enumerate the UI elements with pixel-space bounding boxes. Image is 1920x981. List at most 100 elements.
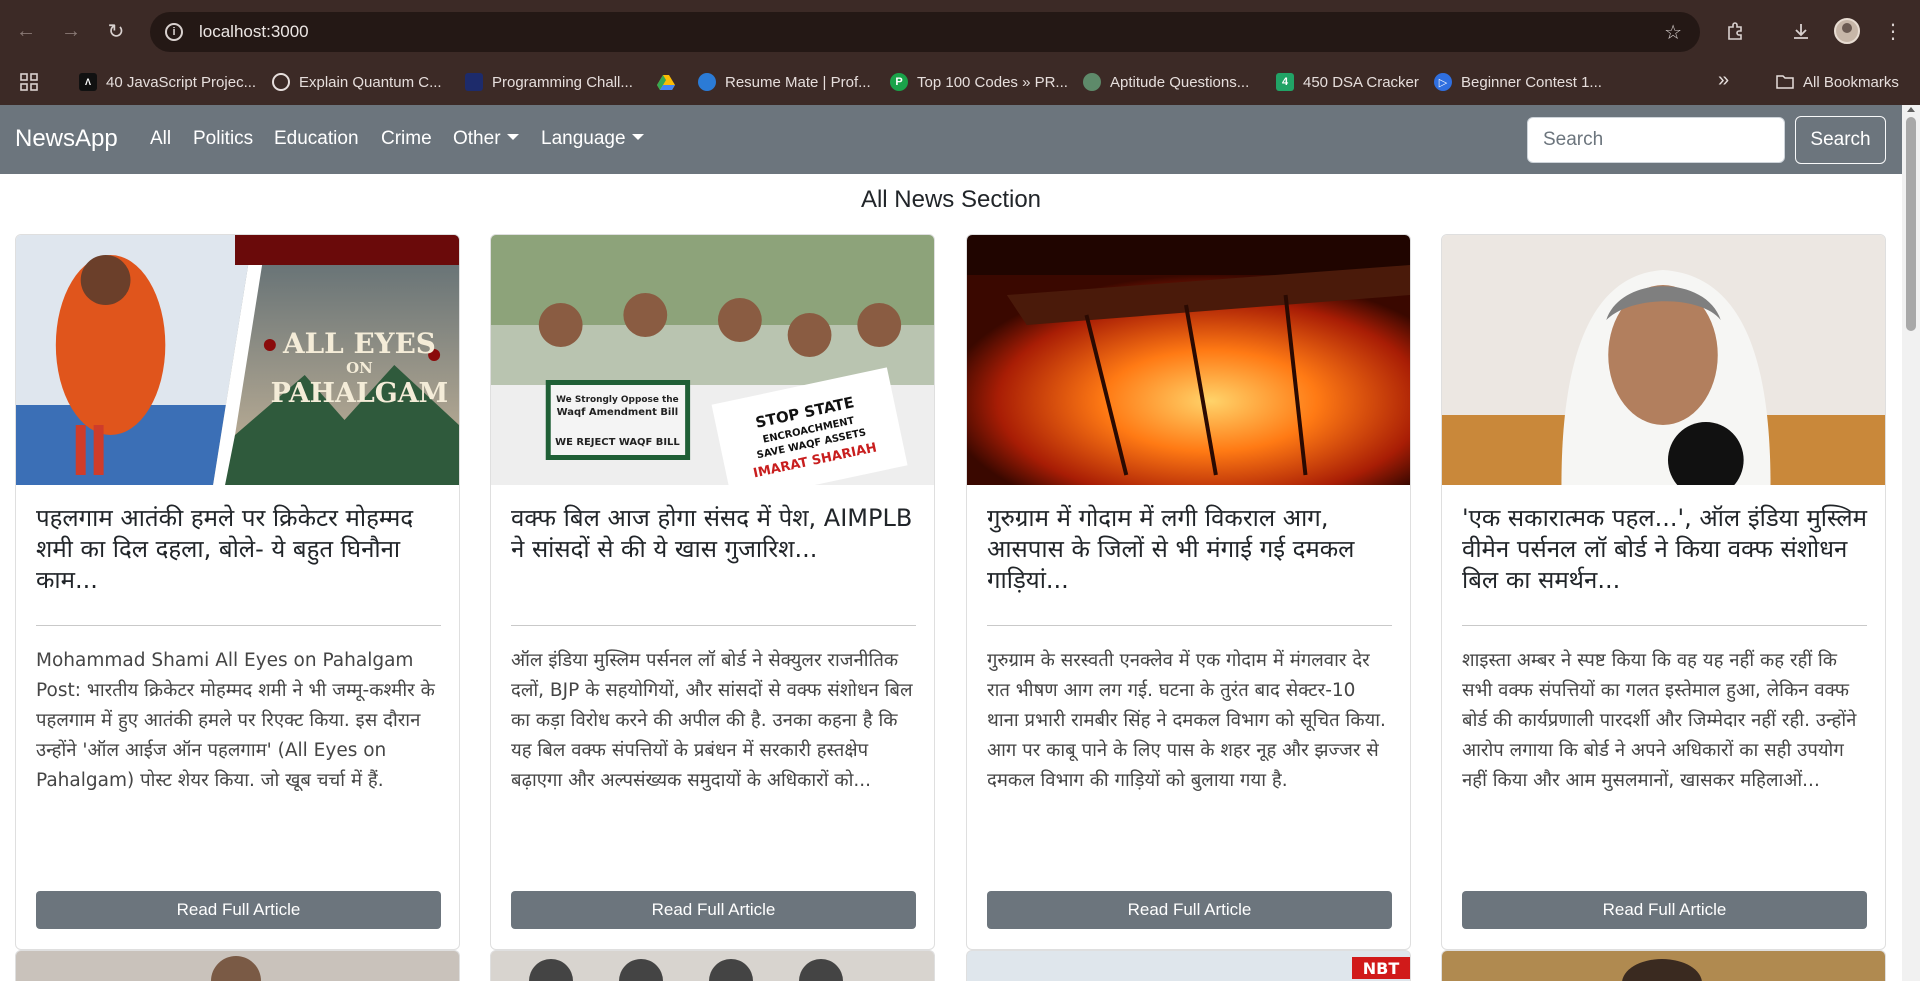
bookmark-7[interactable]: 4 450 DSA Cracker	[1276, 73, 1419, 91]
read-full-article-button[interactable]: Read Full Article	[1462, 891, 1867, 929]
card-description: गुरुग्राम के सरस्वती एनक्लेव में एक गोदा…	[987, 650, 1386, 791]
folder-icon	[1776, 73, 1794, 91]
all-bookmarks[interactable]: All Bookmarks	[1776, 73, 1899, 91]
bookmark-label: Explain Quantum C...	[299, 73, 442, 91]
bookmark-label: Top 100 Codes » PR...	[917, 73, 1068, 91]
card-divider	[36, 625, 441, 626]
apps-grid-icon[interactable]	[20, 73, 38, 91]
nav-link-education[interactable]: Education	[274, 128, 359, 150]
image-text-line: We Strongly Oppose the	[556, 395, 679, 405]
bookmark-5[interactable]: P Top 100 Codes » PR...	[890, 73, 1068, 91]
page-scrollbar[interactable]	[1902, 105, 1920, 981]
site-info-icon[interactable]: i	[165, 23, 183, 41]
read-full-article-button[interactable]: Read Full Article	[987, 891, 1392, 929]
image-text-line: ON	[346, 359, 373, 377]
codechef-icon	[465, 73, 483, 91]
image-text-line: WE REJECT WAQF BILL	[555, 437, 680, 448]
news-image[interactable]	[1442, 235, 1885, 485]
bookmark-star-icon[interactable]: ☆	[1664, 20, 1682, 45]
nav-link-all[interactable]: All	[150, 128, 171, 150]
bookmark-1[interactable]: Explain Quantum C...	[272, 73, 442, 91]
card-title: 'एक सकारात्मक पहल...', ऑल इंडिया मुस्लिम…	[1462, 504, 1867, 594]
bookmark-8[interactable]: ▷ Beginner Contest 1...	[1434, 73, 1602, 91]
news-card: We Strongly Oppose the Waqf Amendment Bi…	[490, 234, 935, 950]
top-codes-icon: P	[890, 73, 908, 91]
contest-icon: ▷	[1434, 73, 1452, 91]
search-input[interactable]	[1527, 117, 1785, 163]
bookmark-3[interactable]	[657, 73, 684, 91]
read-full-article-button[interactable]: Read Full Article	[511, 891, 916, 929]
image-text-line: NBT	[1363, 959, 1400, 978]
news-image[interactable]	[967, 235, 1410, 485]
news-card-peek[interactable]	[15, 950, 460, 981]
bookmark-label: Programming Chall...	[492, 73, 633, 91]
image-text-line: Waqf Amendment Bill	[557, 407, 678, 418]
chevron-down-icon	[506, 134, 519, 140]
image-text-line: ALL EYES	[282, 327, 436, 360]
card-description: शाइस्ता अम्बर ने स्पष्ट किया कि वह यह नह…	[1462, 650, 1857, 791]
news-card: 'एक सकारात्मक पहल...', ऑल इंडिया मुस्लिम…	[1441, 234, 1886, 950]
bookmarks-bar: Λ 40 JavaScript Projec... Explain Quantu…	[0, 63, 1920, 103]
news-image	[1622, 959, 1702, 981]
image-text-line: PAHALGAM	[271, 378, 449, 409]
news-card-peek[interactable]	[490, 950, 935, 981]
nav-link-politics[interactable]: Politics	[193, 128, 253, 150]
bookmark-label: 40 JavaScript Projec...	[106, 73, 257, 91]
bookmark-6[interactable]: Aptitude Questions...	[1083, 73, 1249, 91]
card-title: वक्फ बिल आज होगा संसद में पेश, AIMPLB ने…	[511, 504, 913, 563]
nav-link-crime[interactable]: Crime	[381, 128, 432, 150]
card-description: ऑल इंडिया मुस्लिम पर्सनल लॉ बोर्ड ने सेक…	[511, 650, 913, 791]
nav-dropdown-language[interactable]: Language	[541, 128, 644, 150]
dsa-cracker-icon: 4	[1276, 73, 1294, 91]
nav-dropdown-other[interactable]: Other	[453, 128, 519, 150]
browser-toolbar: ← → ↻ i localhost:3000 ☆ ⋮	[0, 0, 1920, 63]
dev-icon: Λ	[79, 73, 97, 91]
openai-icon	[272, 73, 290, 91]
news-image[interactable]: We Strongly Oppose the Waqf Amendment Bi…	[491, 235, 934, 485]
download-icon[interactable]	[1787, 17, 1815, 45]
brand-logo[interactable]: NewsApp	[15, 125, 118, 153]
extensions-icon[interactable]	[1722, 17, 1750, 45]
app-navbar: NewsApp All Politics Education Crime Oth…	[0, 105, 1902, 174]
browser-chrome: ← → ↻ i localhost:3000 ☆ ⋮ Λ 40 JavaScri…	[0, 0, 1920, 105]
chevron-down-icon	[631, 134, 644, 140]
news-card: गुरुग्राम में गोदाम में लगी विकराल आग, आ…	[966, 234, 1411, 950]
aptitude-icon	[1083, 73, 1101, 91]
menu-kebab-icon[interactable]: ⋮	[1879, 17, 1907, 45]
news-image	[211, 956, 261, 981]
bookmark-0[interactable]: Λ 40 JavaScript Projec...	[79, 73, 256, 91]
card-divider	[1462, 625, 1867, 626]
google-drive-icon	[657, 73, 675, 91]
forward-icon[interactable]: →	[55, 15, 87, 47]
address-url[interactable]: localhost:3000	[199, 22, 309, 42]
back-icon[interactable]: ←	[10, 15, 42, 47]
scrollbar-thumb[interactable]	[1906, 117, 1916, 331]
bookmark-2[interactable]: Programming Chall...	[465, 73, 633, 91]
card-divider	[511, 625, 916, 626]
read-full-article-button[interactable]: Read Full Article	[36, 891, 441, 929]
resume-mate-icon	[698, 73, 716, 91]
profile-avatar[interactable]	[1834, 18, 1860, 44]
card-description: Mohammad Shami All Eyes on Pahalgam Post…	[36, 650, 435, 791]
news-card-peek[interactable]: NBT	[966, 950, 1411, 981]
section-title: All News Section	[860, 186, 1042, 213]
bookmark-label: Beginner Contest 1...	[1461, 73, 1602, 91]
bookmark-4[interactable]: Resume Mate | Prof...	[698, 73, 871, 91]
bookmark-label: 450 DSA Cracker	[1303, 73, 1419, 91]
news-card-peek[interactable]	[1441, 950, 1886, 981]
news-image: NBT	[1352, 957, 1410, 979]
bookmark-label: Resume Mate | Prof...	[725, 73, 871, 91]
news-card: ALL EYES ON PAHALGAM पहलगाम आतंकी हमले प…	[15, 234, 460, 950]
all-bookmarks-label: All Bookmarks	[1803, 73, 1899, 91]
scroll-up-icon[interactable]	[1907, 107, 1915, 112]
other-label: Other	[453, 128, 501, 149]
news-image[interactable]: ALL EYES ON PAHALGAM	[16, 235, 459, 485]
bookmark-label: Aptitude Questions...	[1110, 73, 1250, 91]
reload-icon[interactable]: ↻	[100, 15, 132, 47]
search-button[interactable]: Search	[1795, 116, 1886, 164]
card-divider	[987, 625, 1392, 626]
card-title: पहलगाम आतंकी हमले पर क्रिकेटर मोहम्मद शम…	[36, 504, 414, 594]
bookmarks-overflow-icon[interactable]: »	[1718, 69, 1729, 92]
address-bar[interactable]: i localhost:3000 ☆	[150, 12, 1700, 52]
card-title: गुरुग्राम में गोदाम में लगी विकराल आग, आ…	[987, 504, 1355, 594]
